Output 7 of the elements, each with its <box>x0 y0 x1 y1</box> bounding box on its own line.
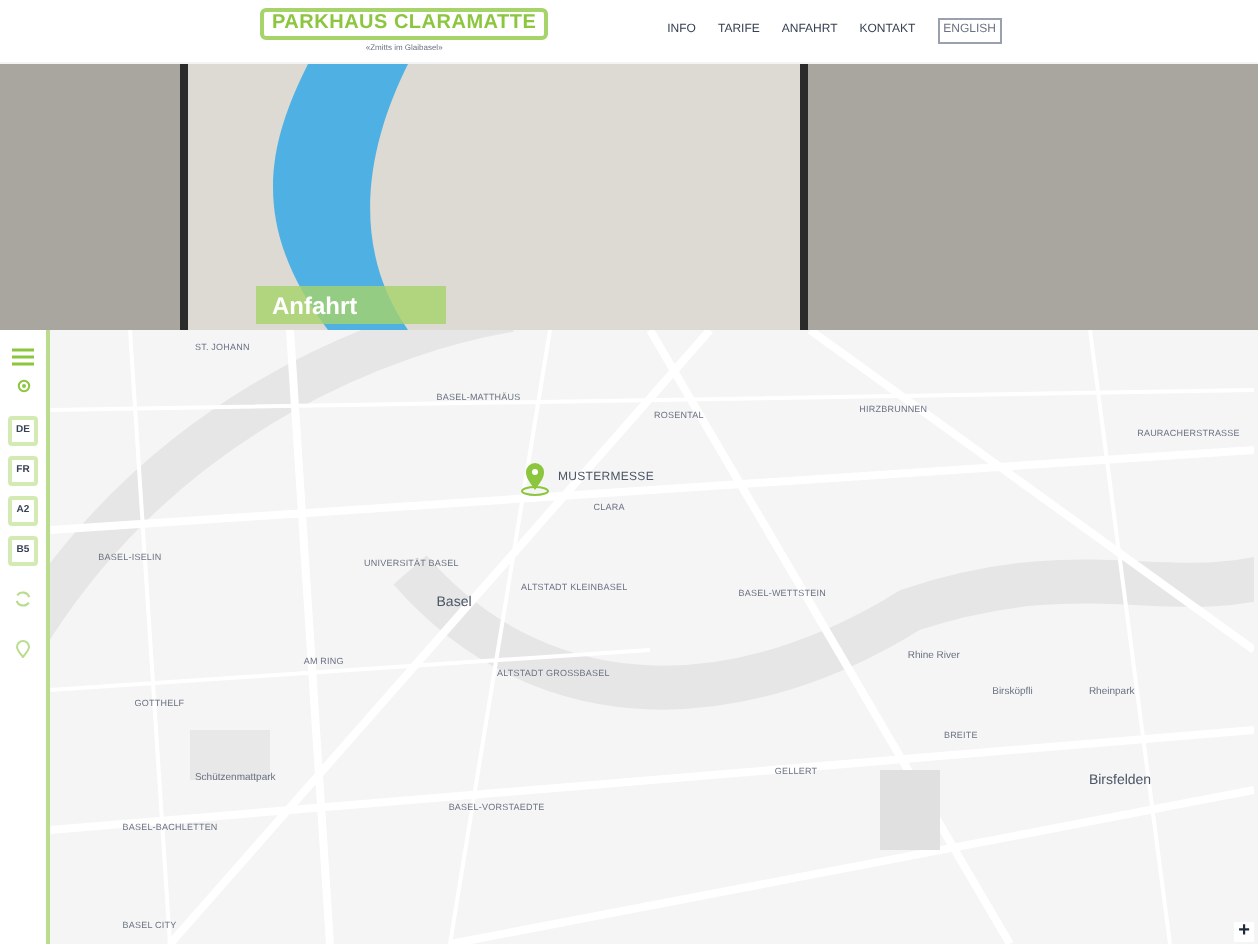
hero-title: Anfahrt <box>272 289 358 323</box>
location-pin-icon[interactable] <box>16 640 30 658</box>
target-icon[interactable] <box>15 378 31 394</box>
map-pin-icon[interactable] <box>520 460 550 496</box>
zoom-in-button[interactable]: + <box>1234 922 1254 942</box>
refresh-icon[interactable] <box>14 590 32 608</box>
menu-icon[interactable] <box>12 348 34 366</box>
